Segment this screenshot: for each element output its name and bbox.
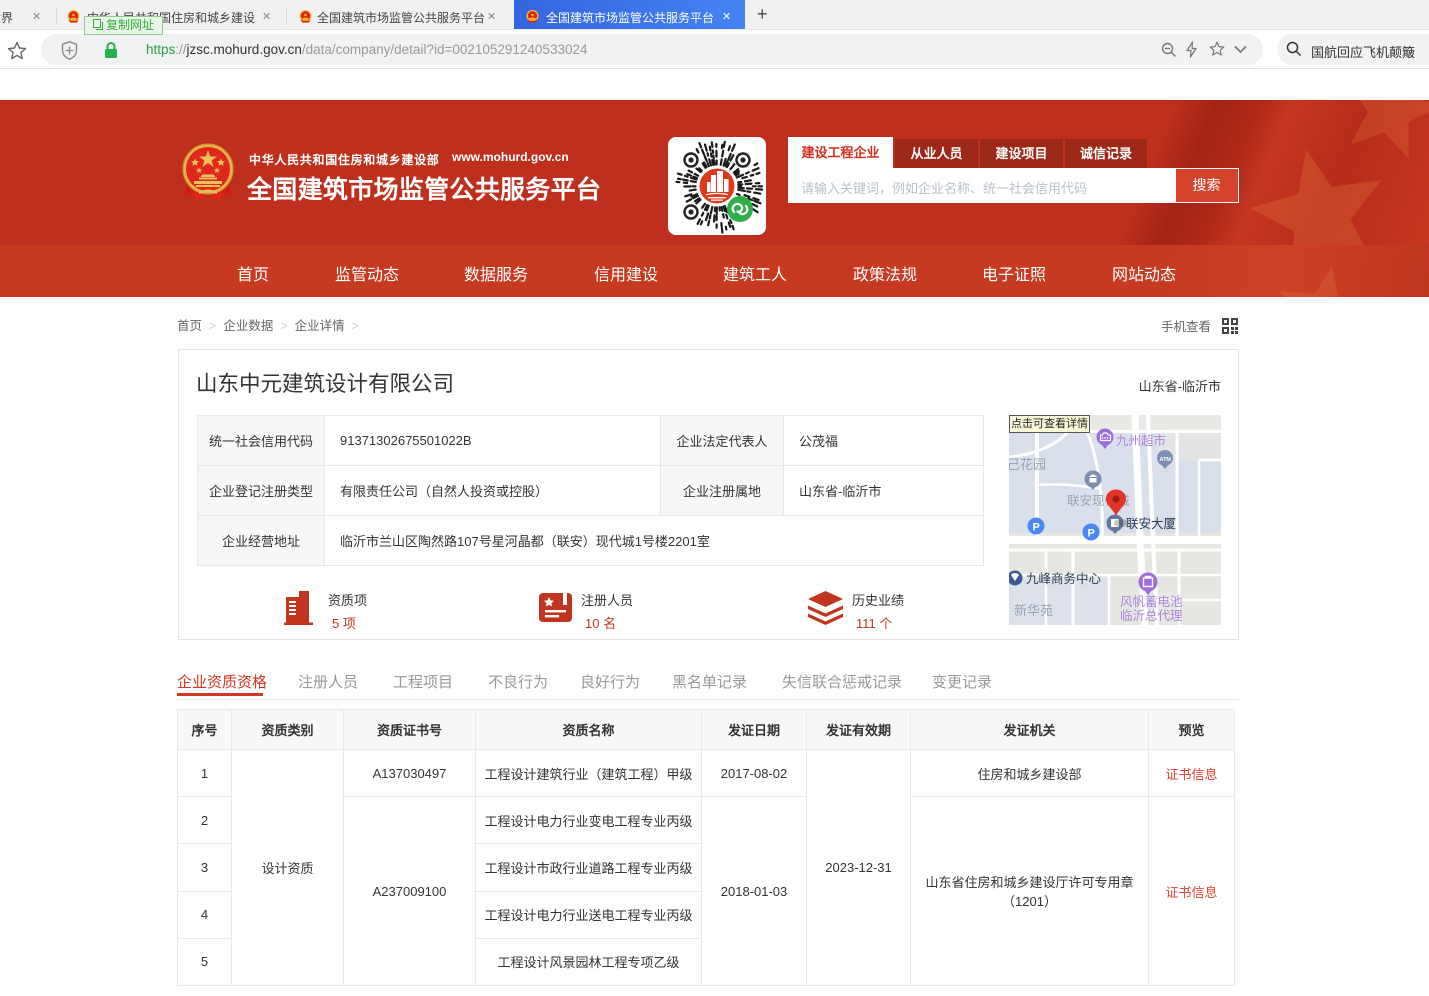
- svg-text:新华苑: 新华苑: [1014, 603, 1053, 618]
- svg-text:联安大厦: 联安大厦: [1126, 516, 1176, 531]
- svg-text:临沂总代理: 临沂总代理: [1120, 609, 1183, 623]
- svg-text:P: P: [1088, 528, 1095, 540]
- svg-text:ATM: ATM: [1160, 457, 1172, 463]
- svg-text:九峰商务中心: 九峰商务中心: [1026, 571, 1102, 586]
- svg-text:风帆蓄电池: 风帆蓄电池: [1120, 594, 1183, 609]
- svg-text:P: P: [1033, 522, 1040, 534]
- svg-text:九州超市: 九州超市: [1116, 433, 1166, 448]
- svg-text:己花园: 己花园: [1009, 457, 1046, 472]
